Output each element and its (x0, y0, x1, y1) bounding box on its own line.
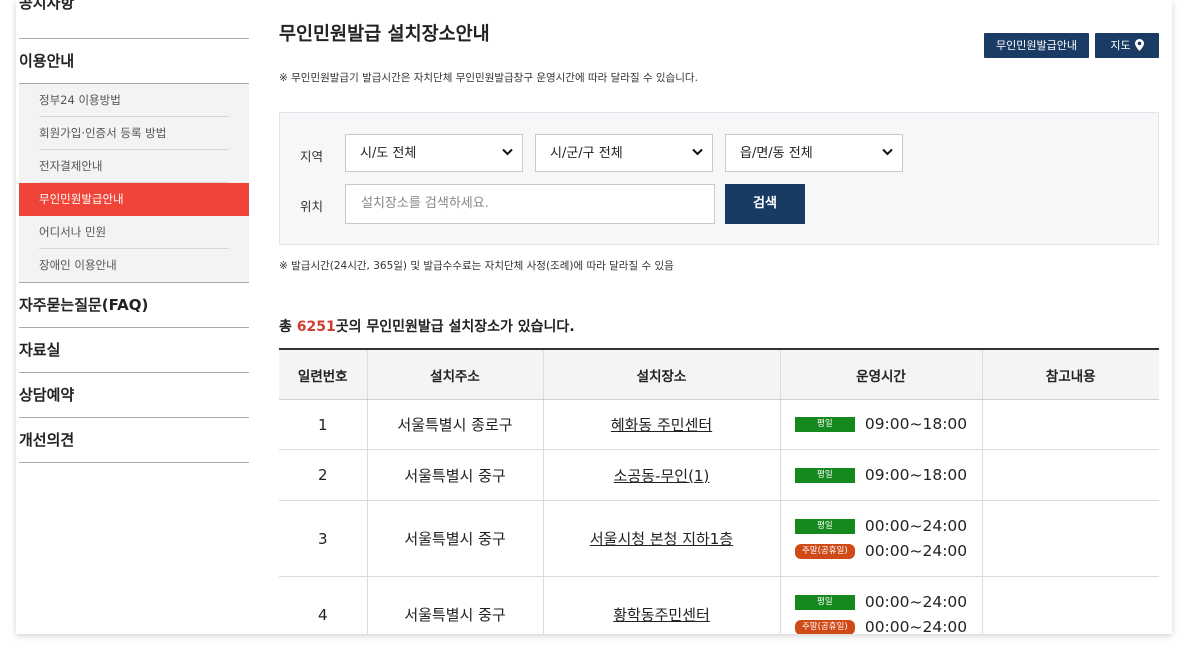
eupmyeondong-select-value: 읍/면/동 전체 (740, 146, 813, 161)
cell-note (981, 399, 1159, 450)
location-label: 위치 (300, 199, 324, 214)
region-label: 지역 (300, 149, 324, 164)
cell-serial: 4 (279, 576, 367, 634)
cell-place: 소공동-무인(1) (542, 449, 780, 501)
sidebar-item-consult-booking[interactable]: 상담예약 (19, 373, 249, 418)
chevron-down-icon (882, 148, 893, 156)
place-link[interactable]: 소공동-무인(1) (614, 467, 710, 485)
cell-address: 서울특별시 중구 (366, 576, 543, 634)
sidebar-item-feedback[interactable]: 개선의견 (19, 418, 249, 463)
result-count-suffix: 곳의 무인민원발급 설치장소가 있습니다. (335, 319, 575, 335)
cell-serial: 1 (279, 399, 367, 450)
result-count-prefix: 총 (279, 319, 297, 335)
weekday-badge: 평일 (794, 594, 855, 610)
sidebar-item-label: 공지사항 (19, 0, 75, 12)
sidebar-subitem-payment[interactable]: 전자결제안내 (19, 150, 249, 183)
cell-serial: 3 (279, 500, 367, 577)
cell-address: 서울특별시 종로구 (366, 399, 543, 450)
hours-time: 09:00~18:00 (864, 415, 968, 433)
cell-note (981, 576, 1159, 634)
sidebar-group-usage-guide: 이용안내 정부24 이용방법 회원가입·인증서 등록 방법 전자결제안내 무인민… (19, 39, 249, 283)
sigungu-select[interactable]: 시/군/구 전체 (535, 134, 713, 172)
page-title: 무인민원발급 설치장소안내 (279, 24, 490, 45)
cell-place: 서울시청 본청 지하1층 (542, 500, 780, 577)
holiday-badge: 주말(공휴일) (794, 619, 855, 634)
map-pin-icon (1134, 39, 1144, 51)
map-button-label: 지도 (1110, 39, 1131, 52)
sidebar-item-archive[interactable]: 자료실 (19, 328, 249, 373)
table-row: 1 서울특별시 종로구 혜화동 주민센터 평일 09:00~18:00 (279, 399, 1159, 450)
weekday-badge: 평일 (794, 417, 855, 432)
cell-address: 서울특별시 중구 (366, 500, 543, 577)
cell-hours: 평일 09:00~18:00 (779, 399, 982, 450)
chevron-down-icon (692, 148, 703, 156)
cell-address: 서울특별시 중구 (366, 449, 543, 501)
cell-note (981, 449, 1159, 501)
hours-time: 00:00~24:00 (864, 516, 968, 535)
cell-note (981, 500, 1159, 577)
sido-select[interactable]: 시/도 전체 (345, 134, 523, 172)
table-row: 2 서울특별시 중구 소공동-무인(1) 평일 09:00~18:00 (279, 449, 1159, 501)
table-row: 4 서울특별시 중구 황학동주민센터 평일 00:00~24:00 주말(공휴일)… (279, 576, 1159, 635)
cell-serial: 2 (279, 449, 367, 501)
page-frame: 공지사항 이용안내 정부24 이용방법 회원가입·인증서 등록 방법 전자결제안… (16, 0, 1172, 634)
sidebar-submenu: 정부24 이용방법 회원가입·인증서 등록 방법 전자결제안내 무인민원발급안내… (19, 83, 249, 282)
col-header-serial: 일련번호 (279, 348, 367, 400)
kiosk-guide-button[interactable]: 무인민원발급안내 (984, 33, 1089, 58)
sidebar-subitem-signup-cert[interactable]: 회원가입·인증서 등록 방법 (19, 117, 249, 150)
cell-hours: 평일 00:00~24:00 주말(공휴일) 00:00~24:00 (779, 500, 982, 577)
sigungu-select-value: 시/군/구 전체 (550, 146, 623, 161)
search-button[interactable]: 검색 (725, 184, 805, 224)
map-button[interactable]: 지도 (1095, 33, 1159, 58)
kiosk-locations-table: 일련번호 설치주소 설치장소 운영시간 참고내용 1 서울특별시 종로구 혜화동… (279, 348, 1159, 634)
issue-time-notice: ※ 무인민원발급기 발급시간은 자치단체 무인민원발급창구 운영시간에 따라 달… (279, 72, 698, 84)
col-header-address: 설치주소 (366, 348, 543, 400)
search-panel: 지역 시/도 전체 시/군/구 전체 읍/면/동 전체 위치 설치장소를 검색하… (279, 112, 1159, 245)
cell-place: 황학동주민센터 (542, 576, 780, 634)
weekday-badge: 평일 (794, 518, 855, 534)
table-row: 3 서울특별시 중구 서울시청 본청 지하1층 평일 00:00~24:00 주말… (279, 500, 1159, 577)
hours-time: 00:00~24:00 (864, 617, 968, 635)
col-header-hours: 운영시간 (779, 348, 982, 400)
result-count-summary: 총 6251곳의 무인민원발급 설치장소가 있습니다. (279, 316, 575, 336)
sidebar-item-notice[interactable]: 공지사항 (19, 0, 249, 39)
place-link[interactable]: 혜화동 주민센터 (611, 416, 712, 434)
holiday-badge: 주말(공휴일) (794, 543, 855, 559)
chevron-down-icon (502, 148, 513, 156)
hours-time: 00:00~24:00 (864, 592, 968, 611)
sidebar-subitem-gov24-usage[interactable]: 정부24 이용방법 (19, 84, 249, 117)
sido-select-value: 시/도 전체 (360, 146, 417, 161)
sidebar-item-faq[interactable]: 자주묻는질문(FAQ) (19, 283, 249, 328)
hours-time: 09:00~18:00 (864, 465, 968, 484)
cell-hours: 평일 09:00~18:00 (779, 449, 982, 501)
col-header-note: 참고내용 (981, 348, 1159, 400)
place-link[interactable]: 황학동주민센터 (613, 606, 710, 624)
col-header-place: 설치장소 (542, 348, 780, 400)
table-header-row: 일련번호 설치주소 설치장소 운영시간 참고내용 (279, 348, 1159, 400)
sidebar-subitem-kiosk-guide[interactable]: 무인민원발급안내 (19, 183, 249, 216)
fee-notice: ※ 발급시간(24시간, 365일) 및 발급수수료는 자치단체 사정(조례)에… (279, 260, 674, 272)
sidebar-subitem-disability-guide[interactable]: 장애인 이용안내 (19, 249, 249, 282)
cell-hours: 평일 00:00~24:00 주말(공휴일) 00:00~24:00 (779, 576, 982, 635)
result-count-number: 6251 (296, 319, 336, 335)
location-search-input[interactable]: 설치장소를 검색하세요. (345, 184, 715, 224)
place-link[interactable]: 서울시청 본청 지하1층 (590, 530, 733, 548)
hours-time: 00:00~24:00 (864, 541, 968, 560)
eupmyeondong-select[interactable]: 읍/면/동 전체 (725, 134, 903, 172)
weekday-badge: 평일 (794, 467, 855, 483)
sidebar: 공지사항 이용안내 정부24 이용방법 회원가입·인증서 등록 방법 전자결제안… (19, 0, 249, 463)
cell-place: 혜화동 주민센터 (542, 399, 780, 450)
sidebar-group-title[interactable]: 이용안내 (19, 39, 249, 83)
sidebar-subitem-anywhere-service[interactable]: 어디서나 민원 (19, 216, 249, 249)
